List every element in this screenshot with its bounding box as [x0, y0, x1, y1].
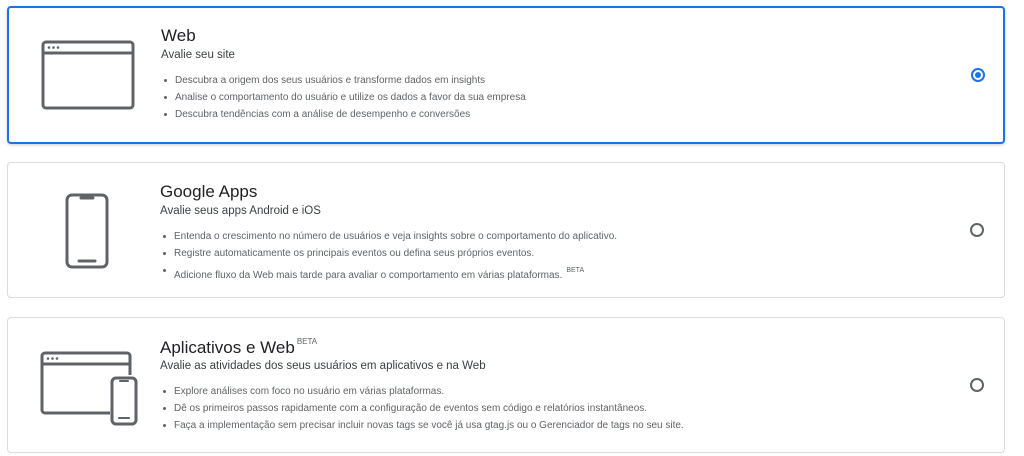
radio-button-apps-and-web[interactable]: [970, 378, 984, 392]
option-card-apps-and-web[interactable]: Aplicativos e Web BETA Avalie as atividad…: [7, 317, 1005, 453]
browser-and-phone-icon: [40, 351, 140, 432]
option-title: Google Apps: [160, 182, 258, 201]
feature-list: Descubra a origem dos seus usuários e tr…: [161, 72, 526, 123]
browser-window-icon: [41, 40, 135, 115]
option-card-web[interactable]: Web Avalie seu site Descubra a origem do…: [7, 6, 1005, 144]
option-subtitle: Avalie seu site: [161, 49, 235, 61]
feature-list: Explore análises com foco no usuário em …: [160, 383, 684, 434]
list-item: Descubra a origem dos seus usuários e tr…: [161, 72, 526, 89]
option-subtitle: Avalie seus apps Android e iOS: [160, 205, 321, 217]
list-item: Explore análises com foco no usuário em …: [160, 383, 684, 400]
list-item-text: Adicione fluxo da Web mais tarde para av…: [174, 270, 563, 281]
feature-list: Entenda o crescimento no número de usuár…: [160, 228, 617, 281]
beta-badge: BETA: [566, 267, 585, 274]
smartphone-icon: [65, 193, 109, 274]
list-item: Descubra tendências com a análise de des…: [161, 106, 526, 123]
list-item: Dê os primeiros passos rapidamente com a…: [160, 400, 684, 417]
option-title-text: Aplicativos e Web: [160, 338, 295, 357]
option-card-google-apps[interactable]: Google Apps Avalie seus apps Android e i…: [7, 162, 1005, 298]
radio-button-web[interactable]: [971, 68, 985, 82]
list-item: Analise o comportamento do usuário e uti…: [161, 89, 526, 106]
list-item: Entenda o crescimento no número de usuár…: [160, 228, 617, 245]
option-title: Aplicativos e Web BETA: [160, 337, 317, 358]
list-item: Registre automaticamente os principais e…: [160, 245, 617, 262]
list-item: Adicione fluxo da Web mais tarde para av…: [160, 262, 617, 281]
option-subtitle: Avalie as atividades dos seus usuários e…: [160, 360, 486, 372]
list-item: Faça a implementação sem precisar inclui…: [160, 417, 684, 434]
beta-badge: BETA: [296, 337, 318, 346]
option-title: Web: [161, 26, 196, 45]
radio-button-google-apps[interactable]: [970, 223, 984, 237]
